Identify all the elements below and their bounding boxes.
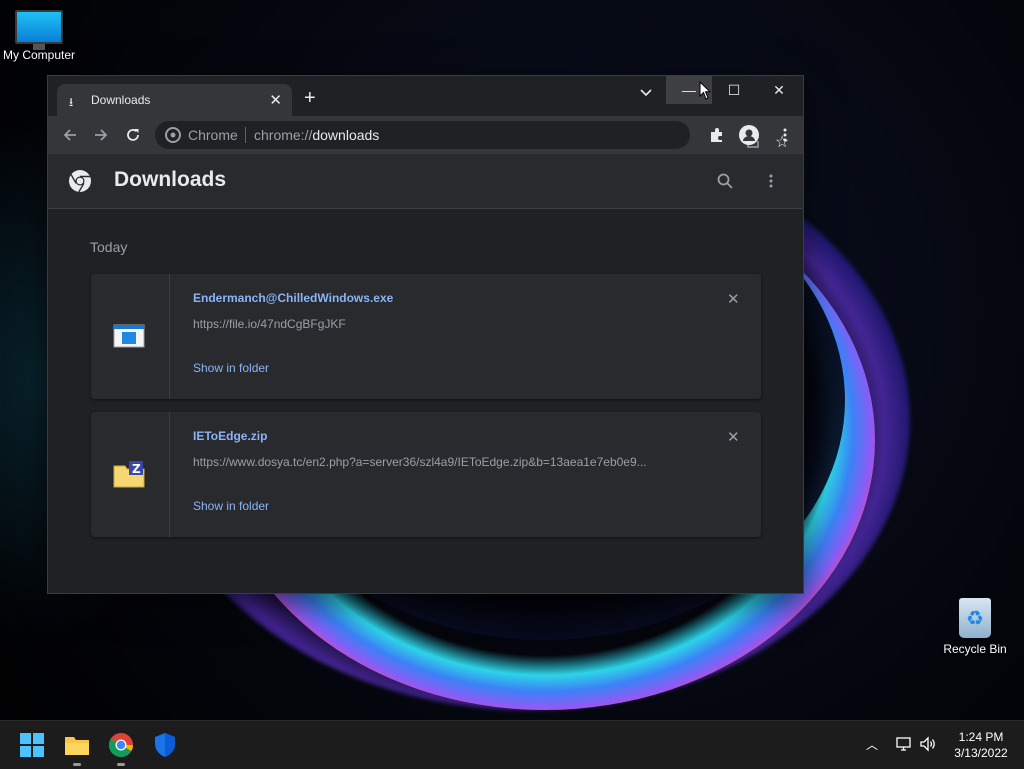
reload-icon[interactable] [124, 126, 142, 144]
file-explorer-icon [65, 737, 89, 755]
downloads-page: Downloads Today Endermanch@ChilledWindow… [48, 154, 803, 593]
windows-security-icon [155, 733, 175, 757]
new-tab-button[interactable]: + [304, 88, 316, 108]
download-icon: ⭳ [69, 95, 74, 109]
windows-security-taskbar-button[interactable] [151, 731, 179, 759]
download-item: Z IEToEdge.zip https://www.dosya.tc/en2.… [91, 412, 761, 537]
kebab-menu-icon[interactable] [762, 172, 780, 190]
chrome-icon [108, 733, 133, 758]
chrome-logo-icon [69, 170, 91, 193]
show-hidden-icons-chevron-icon[interactable]: ︿ [866, 736, 878, 753]
windows-logo-icon [20, 733, 44, 757]
profile-avatar-icon[interactable] [739, 125, 759, 145]
download-item: Endermanch@ChilledWindows.exe https://fi… [91, 274, 761, 399]
remove-download-icon[interactable]: ✕ [727, 428, 740, 446]
show-in-folder-link[interactable]: Show in folder [193, 361, 269, 375]
downloads-header: Downloads [48, 154, 803, 209]
chevron-down-icon[interactable] [636, 82, 656, 102]
downloads-list: Today Endermanch@ChilledWindows.exe http… [48, 209, 803, 593]
download-source-url[interactable]: https://file.io/47ndCgBFgJKF [193, 317, 693, 331]
address-bar[interactable]: Chrome chrome://downloads ☆ [155, 121, 789, 151]
date-section-header: Today [90, 239, 128, 255]
download-file-name[interactable]: IEToEdge.zip [193, 429, 267, 443]
running-indicator [73, 763, 81, 766]
download-icon-area [91, 274, 170, 399]
tab-title: Downloads [91, 93, 151, 107]
clock-date: 3/13/2022 [954, 746, 1008, 760]
desktop-icon-label: Recycle Bin [943, 642, 1007, 656]
running-indicator [117, 763, 125, 766]
start-button[interactable] [18, 731, 46, 759]
chrome-window: ⭳ Downloads ✕ + — ☐ ✕ Chrome chrome://do… [47, 75, 804, 594]
chrome-logo-icon [165, 127, 181, 143]
tab-strip: ⭳ Downloads ✕ + — ☐ ✕ [48, 76, 803, 116]
close-window-button[interactable]: ✕ [756, 76, 802, 104]
download-file-name[interactable]: Endermanch@ChilledWindows.exe [193, 291, 393, 305]
download-icon-area: Z [91, 412, 170, 537]
exe-file-icon [113, 324, 145, 348]
chrome-taskbar-button[interactable] [107, 731, 135, 766]
svg-text:Z: Z [132, 462, 141, 476]
download-source-url[interactable]: https://www.dosya.tc/en2.php?a=server36/… [193, 455, 693, 469]
site-name: Chrome [188, 127, 238, 143]
network-icon[interactable] [895, 736, 913, 752]
url-prefix: chrome:// [254, 127, 313, 143]
computer-icon [15, 10, 63, 50]
desktop-icon-label: My Computer [2, 48, 76, 62]
url-text: chrome://downloads [254, 127, 379, 143]
browser-toolbar: Chrome chrome://downloads ☆ [48, 116, 803, 154]
page-title: Downloads [114, 168, 227, 191]
forward-arrow-icon[interactable] [92, 126, 110, 144]
taskbar: ︿ 1:24 PM 3/13/2022 [0, 720, 1024, 769]
file-explorer-taskbar-button[interactable] [63, 731, 91, 766]
clock-time: 1:24 PM [958, 730, 1004, 744]
mouse-cursor-icon [699, 81, 711, 100]
search-icon[interactable] [716, 172, 734, 190]
taskbar-clock[interactable]: 1:24 PM 3/13/2022 [945, 729, 1017, 761]
omnibox-separator [245, 127, 246, 143]
show-in-folder-link[interactable]: Show in folder [193, 499, 269, 513]
tab-downloads[interactable]: ⭳ Downloads ✕ [57, 84, 292, 116]
desktop-icon-recycle-bin[interactable]: ♻ Recycle Bin [940, 598, 1010, 656]
maximize-button[interactable]: ☐ [711, 76, 757, 104]
tab-close-icon[interactable]: ✕ [269, 91, 282, 109]
remove-download-icon[interactable]: ✕ [727, 290, 740, 308]
back-arrow-icon[interactable] [61, 126, 79, 144]
kebab-menu-icon[interactable] [776, 126, 794, 144]
recycle-bin-icon: ♻ [959, 598, 991, 638]
url-path: downloads [312, 127, 380, 143]
desktop-icon-my-computer[interactable]: My Computer [0, 10, 78, 62]
volume-icon[interactable] [919, 736, 937, 752]
zip-folder-icon: Z [113, 461, 145, 488]
puzzle-icon[interactable] [708, 126, 726, 144]
